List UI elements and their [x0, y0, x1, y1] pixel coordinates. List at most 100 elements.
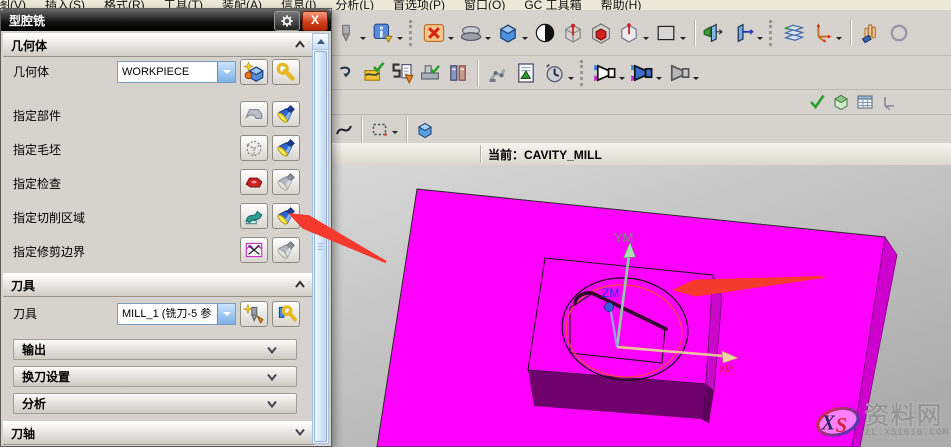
plane-green-icon[interactable]	[701, 19, 729, 47]
green-box-icon[interactable]	[829, 91, 853, 113]
specify-part-geometry-button[interactable]	[240, 101, 268, 127]
layer-settings-icon[interactable]	[780, 19, 808, 47]
specify-check-select-button[interactable]	[272, 169, 300, 195]
current-operation-label: 当前：CAVITY_MILL	[488, 146, 602, 163]
spline-curve-icon[interactable]	[332, 119, 356, 141]
expand-down-icon[interactable]	[266, 345, 278, 355]
specify-blank-geometry-button[interactable]	[240, 135, 268, 161]
specify-check-label: 指定检查	[13, 171, 61, 197]
specify-blank-select-button[interactable]	[272, 135, 300, 161]
robot-arm-icon[interactable]	[484, 59, 512, 87]
menu-analysis[interactable]: 分析(L)	[335, 0, 374, 10]
machine-check-icon[interactable]	[416, 59, 444, 87]
csys-icon[interactable]	[808, 19, 836, 47]
undo-arrow-icon[interactable]	[332, 59, 360, 87]
expand-down-icon[interactable]	[294, 427, 306, 437]
expand-down-icon[interactable]	[266, 399, 278, 409]
approve-check-icon[interactable]	[805, 91, 829, 113]
dropdown-arrow[interactable]	[643, 37, 649, 43]
specify-cut-area-select-button[interactable]	[272, 203, 300, 229]
tool-section-header[interactable]: 刀具	[3, 273, 314, 297]
dialog-scrollbar[interactable]	[312, 33, 329, 444]
cube-pin2-icon[interactable]	[615, 19, 643, 47]
specify-cut-area-geometry-button[interactable]	[240, 203, 268, 229]
new-tool-button[interactable]	[240, 301, 268, 327]
specify-trim-geometry-button[interactable]	[240, 237, 268, 263]
menu-preferences[interactable]: 首选项(P)	[393, 0, 445, 10]
axis-zm-label: ZM	[602, 286, 619, 300]
toolbar-drag-handle[interactable]	[769, 20, 775, 46]
expand-down-icon[interactable]	[266, 372, 278, 382]
show-hide-icon[interactable]	[420, 19, 448, 47]
shop-doc-icon[interactable]	[512, 59, 540, 87]
edit-geometry-button[interactable]	[272, 59, 300, 85]
dialog-title-bar[interactable]: 型腔铣 X	[1, 9, 331, 31]
tool-change-group-bar[interactable]: 换刀设置	[13, 366, 297, 387]
edit-tool-button[interactable]	[272, 301, 300, 327]
dropdown-arrow[interactable]	[656, 77, 662, 83]
dropdown-arrow[interactable]	[757, 37, 763, 43]
specify-trim-select-button[interactable]	[272, 237, 300, 263]
shaded-view-cube-icon[interactable]	[494, 19, 522, 47]
clamshell-icon[interactable]	[457, 19, 485, 47]
scrollbar-thumb[interactable]	[314, 51, 327, 442]
info-icon[interactable]	[369, 19, 397, 47]
dropdown-arrow[interactable]	[619, 77, 625, 83]
scrollbar-up-button[interactable]	[313, 34, 328, 50]
new-geometry-button[interactable]	[240, 59, 268, 85]
gouge-check-icon[interactable]	[665, 59, 693, 87]
dropdown-arrow[interactable]	[836, 37, 842, 43]
collapse-up-icon[interactable]	[294, 39, 306, 49]
specify-cut-area-label: 指定切削区域	[13, 205, 85, 231]
verify-toolpath-icon[interactable]	[360, 59, 388, 87]
cube-pin-icon[interactable]	[559, 19, 587, 47]
tool-label: 刀具	[13, 301, 37, 327]
analysis-group-bar[interactable]: 分析	[13, 393, 297, 414]
render-style-sphere-icon[interactable]	[531, 19, 559, 47]
postprocess-icon[interactable]	[388, 59, 416, 87]
dialog-close-button[interactable]: X	[302, 11, 328, 31]
menu-help[interactable]: 帮助(H)	[601, 0, 642, 10]
rack-library-icon[interactable]	[444, 59, 472, 87]
trim-boundary-icon	[243, 239, 265, 261]
dropdown-arrow[interactable]	[485, 37, 491, 43]
menu-window[interactable]: 窗口(O)	[464, 0, 505, 10]
dropdown-arrow[interactable]	[392, 131, 398, 137]
replay-toolpath-icon[interactable]	[628, 59, 656, 87]
paint-hand-icon[interactable]	[857, 19, 885, 47]
tool-axis-section-header[interactable]: 刀轴	[3, 421, 314, 445]
output-group-bar[interactable]: 输出	[13, 339, 297, 360]
toolbar-drag-handle[interactable]	[409, 20, 415, 46]
combo-dropdown-button[interactable]	[217, 62, 235, 82]
dropdown-arrow[interactable]	[568, 77, 574, 83]
dropdown-arrow[interactable]	[680, 37, 686, 43]
tool-section-title: 刀具	[11, 277, 35, 294]
red-solid-cube-icon[interactable]	[587, 19, 615, 47]
menu-gc-toolbox[interactable]: GC 工具箱	[524, 0, 581, 10]
toolbar-drag-handle[interactable]	[580, 60, 586, 86]
flat-square-icon[interactable]	[652, 19, 680, 47]
tool-combo[interactable]: MILL_1 (铣刀-5 参	[117, 303, 236, 325]
geometry-section-header[interactable]: 几何体	[3, 33, 314, 57]
partial-edge-icon[interactable]	[885, 19, 913, 47]
plane-blue-icon[interactable]	[729, 19, 757, 47]
specify-check-geometry-button[interactable]	[240, 169, 268, 195]
dropdown-arrow[interactable]	[693, 77, 699, 83]
table-grid-icon[interactable]	[853, 91, 877, 113]
watermark-logo: X S	[815, 398, 862, 444]
dropdown-arrow[interactable]	[448, 37, 454, 43]
dialog-settings-button[interactable]	[274, 11, 300, 31]
combo-dropdown-button[interactable]	[217, 304, 235, 324]
dropdown-arrow[interactable]	[397, 37, 403, 43]
dropdown-arrow[interactable]	[522, 37, 528, 43]
geometry-combo[interactable]: WORKPIECE	[117, 61, 236, 83]
snap-tool-icon[interactable]	[332, 19, 360, 47]
selection-rect-icon[interactable]	[368, 119, 392, 141]
small-axes-icon[interactable]	[877, 91, 901, 113]
collapse-up-icon[interactable]	[294, 279, 306, 289]
dropdown-arrow[interactable]	[360, 37, 366, 43]
time-estimate-icon[interactable]	[540, 59, 568, 87]
specify-part-select-button[interactable]	[272, 101, 300, 127]
blue-cube-icon[interactable]	[413, 119, 437, 141]
generate-toolpath-icon[interactable]	[591, 59, 619, 87]
